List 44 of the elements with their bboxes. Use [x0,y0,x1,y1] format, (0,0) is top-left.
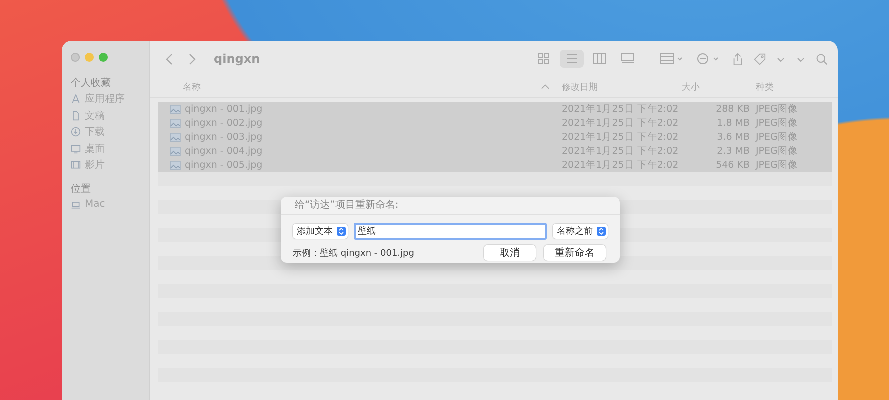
stepper-icon [597,226,606,236]
dialog-title: 给“访达”项目重新命名: [281,197,620,215]
computer-icon [71,200,81,210]
film-icon [71,160,81,170]
image-file-icon [170,146,181,156]
sidebar-item[interactable]: Mac [71,196,149,213]
image-file-icon [170,118,181,128]
list-view-button[interactable] [560,50,584,68]
list-icon [565,53,579,65]
cancel-button[interactable]: 取消 [484,245,536,261]
action-select[interactable]: 添加文本 [293,224,348,238]
column-header[interactable]: 种类 [750,80,830,94]
download-icon [71,127,81,138]
text-field[interactable]: 壁纸 [354,222,547,240]
column-header[interactable]: 修改日期 [558,80,678,94]
example-text: 示例：壁纸 qingxn - 001.jpg [293,248,414,260]
image-file-icon [170,160,181,170]
document-icon [71,110,81,121]
columns-icon [593,53,607,65]
sidebar-item[interactable]: 桌面 [71,140,149,157]
sidebar-item[interactable]: 文稿 [71,108,149,124]
minimize-button[interactable] [85,53,94,62]
share-icon[interactable] [732,52,744,66]
sidebar-item[interactable]: 下载 [71,124,149,140]
sidebar-heading: 个人收藏 [71,76,112,90]
desktop-icon [71,144,81,154]
search-icon[interactable] [816,52,828,66]
column-header[interactable]: 大小 [678,80,750,94]
tag-icon[interactable] [754,52,766,66]
position-select[interactable]: 名称之前 [553,224,608,238]
stepper-icon [337,226,346,236]
sidebar-item[interactable]: 应用程序 [71,91,149,108]
sidebar-heading: 位置 [71,182,92,196]
column-header[interactable]: 名称 [158,80,558,94]
app-icon [71,94,81,104]
image-file-icon [170,132,181,142]
zoom-button[interactable] [99,53,108,62]
rename-button[interactable]: 重新命名 [544,245,606,261]
window-title: qingxn [214,52,260,66]
grid-icon [537,53,551,65]
sidebar-item[interactable]: 影片 [71,157,149,174]
close-button[interactable] [71,53,80,62]
image-file-icon [170,104,181,114]
gallery-icon [621,53,635,65]
